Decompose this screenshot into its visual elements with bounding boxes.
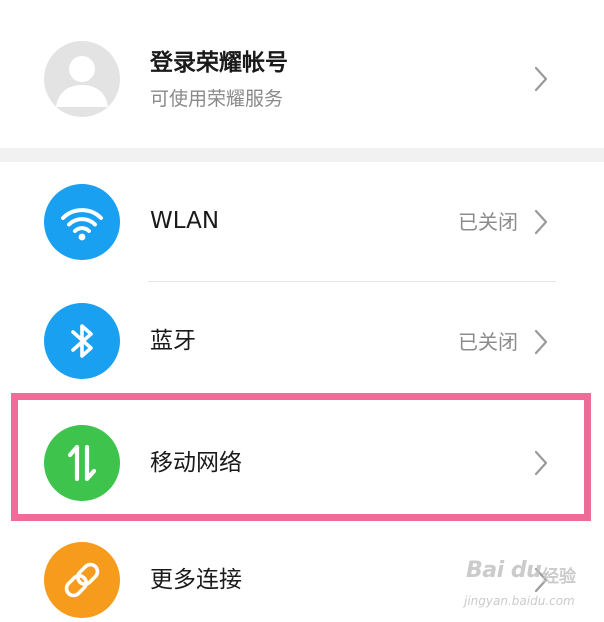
watermark-text: 经验: [542, 567, 576, 587]
settings-row-status: 已关闭: [458, 330, 518, 354]
watermark-url: jingyan.baidu.com: [464, 594, 575, 608]
avatar[interactable]: [44, 41, 120, 117]
account-title[interactable]: 登录荣耀帐号: [150, 48, 288, 78]
settings-row-label: WLAN: [150, 208, 220, 234]
chevron-right-icon: [534, 209, 548, 235]
settings-row-wlan[interactable]: WLAN 已关闭: [0, 168, 604, 278]
settings-row-bluetooth[interactable]: 蓝牙 已关闭: [0, 288, 604, 396]
highlight-box: [11, 393, 591, 521]
settings-row-label: 蓝牙: [150, 328, 196, 354]
watermark-brand: Bai du: [466, 558, 542, 583]
account-subtitle: 可使用荣耀服务: [150, 88, 284, 110]
section-separator: [0, 148, 604, 162]
chevron-right-icon[interactable]: [534, 66, 548, 92]
settings-row-status: 已关闭: [458, 210, 518, 234]
settings-row-label: 更多连接: [150, 567, 242, 593]
wifi-icon: [44, 184, 120, 260]
chevron-right-icon: [534, 329, 548, 355]
row-divider: [148, 281, 556, 282]
link-icon: [44, 542, 120, 618]
bluetooth-icon: [44, 303, 120, 379]
watermark: Bai du 经验 jingyan.baidu.com: [462, 556, 592, 616]
avatar-placeholder-icon: [56, 56, 108, 107]
